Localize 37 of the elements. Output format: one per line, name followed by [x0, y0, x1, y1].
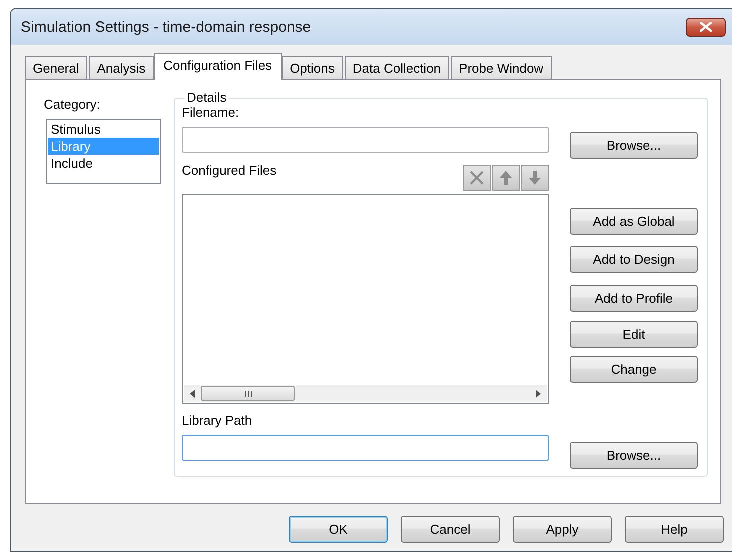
- list-item[interactable]: Include: [48, 155, 159, 172]
- dialog-button[interactable]: Help: [625, 516, 724, 543]
- field-label: Filename:: [182, 105, 240, 121]
- field-label: Library Path: [182, 413, 252, 429]
- tab[interactable]: Data Collection: [344, 56, 450, 79]
- dialog-button[interactable]: Cancel: [401, 516, 500, 543]
- tab[interactable]: Probe Window: [451, 56, 552, 79]
- close-button[interactable]: [686, 18, 726, 36]
- action-button[interactable]: Edit: [570, 321, 698, 348]
- grip-icon: [244, 390, 252, 396]
- down-arrow-icon: [526, 169, 544, 187]
- browse-button[interactable]: Browse...: [570, 132, 698, 159]
- input-field[interactable]: [182, 127, 549, 153]
- tab[interactable]: Options: [282, 56, 343, 79]
- tab[interactable]: Analysis: [89, 56, 154, 79]
- dialog-button[interactable]: OK: [289, 516, 388, 543]
- scroll-thumb[interactable]: [201, 386, 295, 401]
- dialog-button[interactable]: Apply: [513, 516, 612, 543]
- tab[interactable]: General: [25, 56, 88, 79]
- list-label: Configured Files: [182, 163, 277, 179]
- action-button[interactable]: Add as Global: [570, 208, 698, 235]
- group-title: Details: [186, 91, 228, 105]
- delete-icon: [468, 169, 486, 187]
- category-label: Category:: [44, 97, 100, 113]
- input-field[interactable]: [182, 435, 549, 461]
- scroll-left-icon[interactable]: [190, 390, 195, 398]
- action-button[interactable]: Add to Design: [570, 246, 698, 273]
- tab[interactable]: Configuration Files: [154, 53, 282, 80]
- horizontal-scrollbar[interactable]: [184, 385, 547, 402]
- close-icon: [700, 22, 712, 32]
- up-arrow-icon: [497, 169, 515, 187]
- browse-button[interactable]: Browse...: [570, 442, 698, 469]
- action-button[interactable]: Change: [570, 356, 698, 383]
- scroll-right-icon[interactable]: [536, 390, 541, 398]
- window-title: Simulation Settings - time-domain response: [21, 18, 312, 36]
- action-button[interactable]: Add to Profile: [570, 285, 698, 312]
- list-item[interactable]: Stimulus: [48, 121, 159, 138]
